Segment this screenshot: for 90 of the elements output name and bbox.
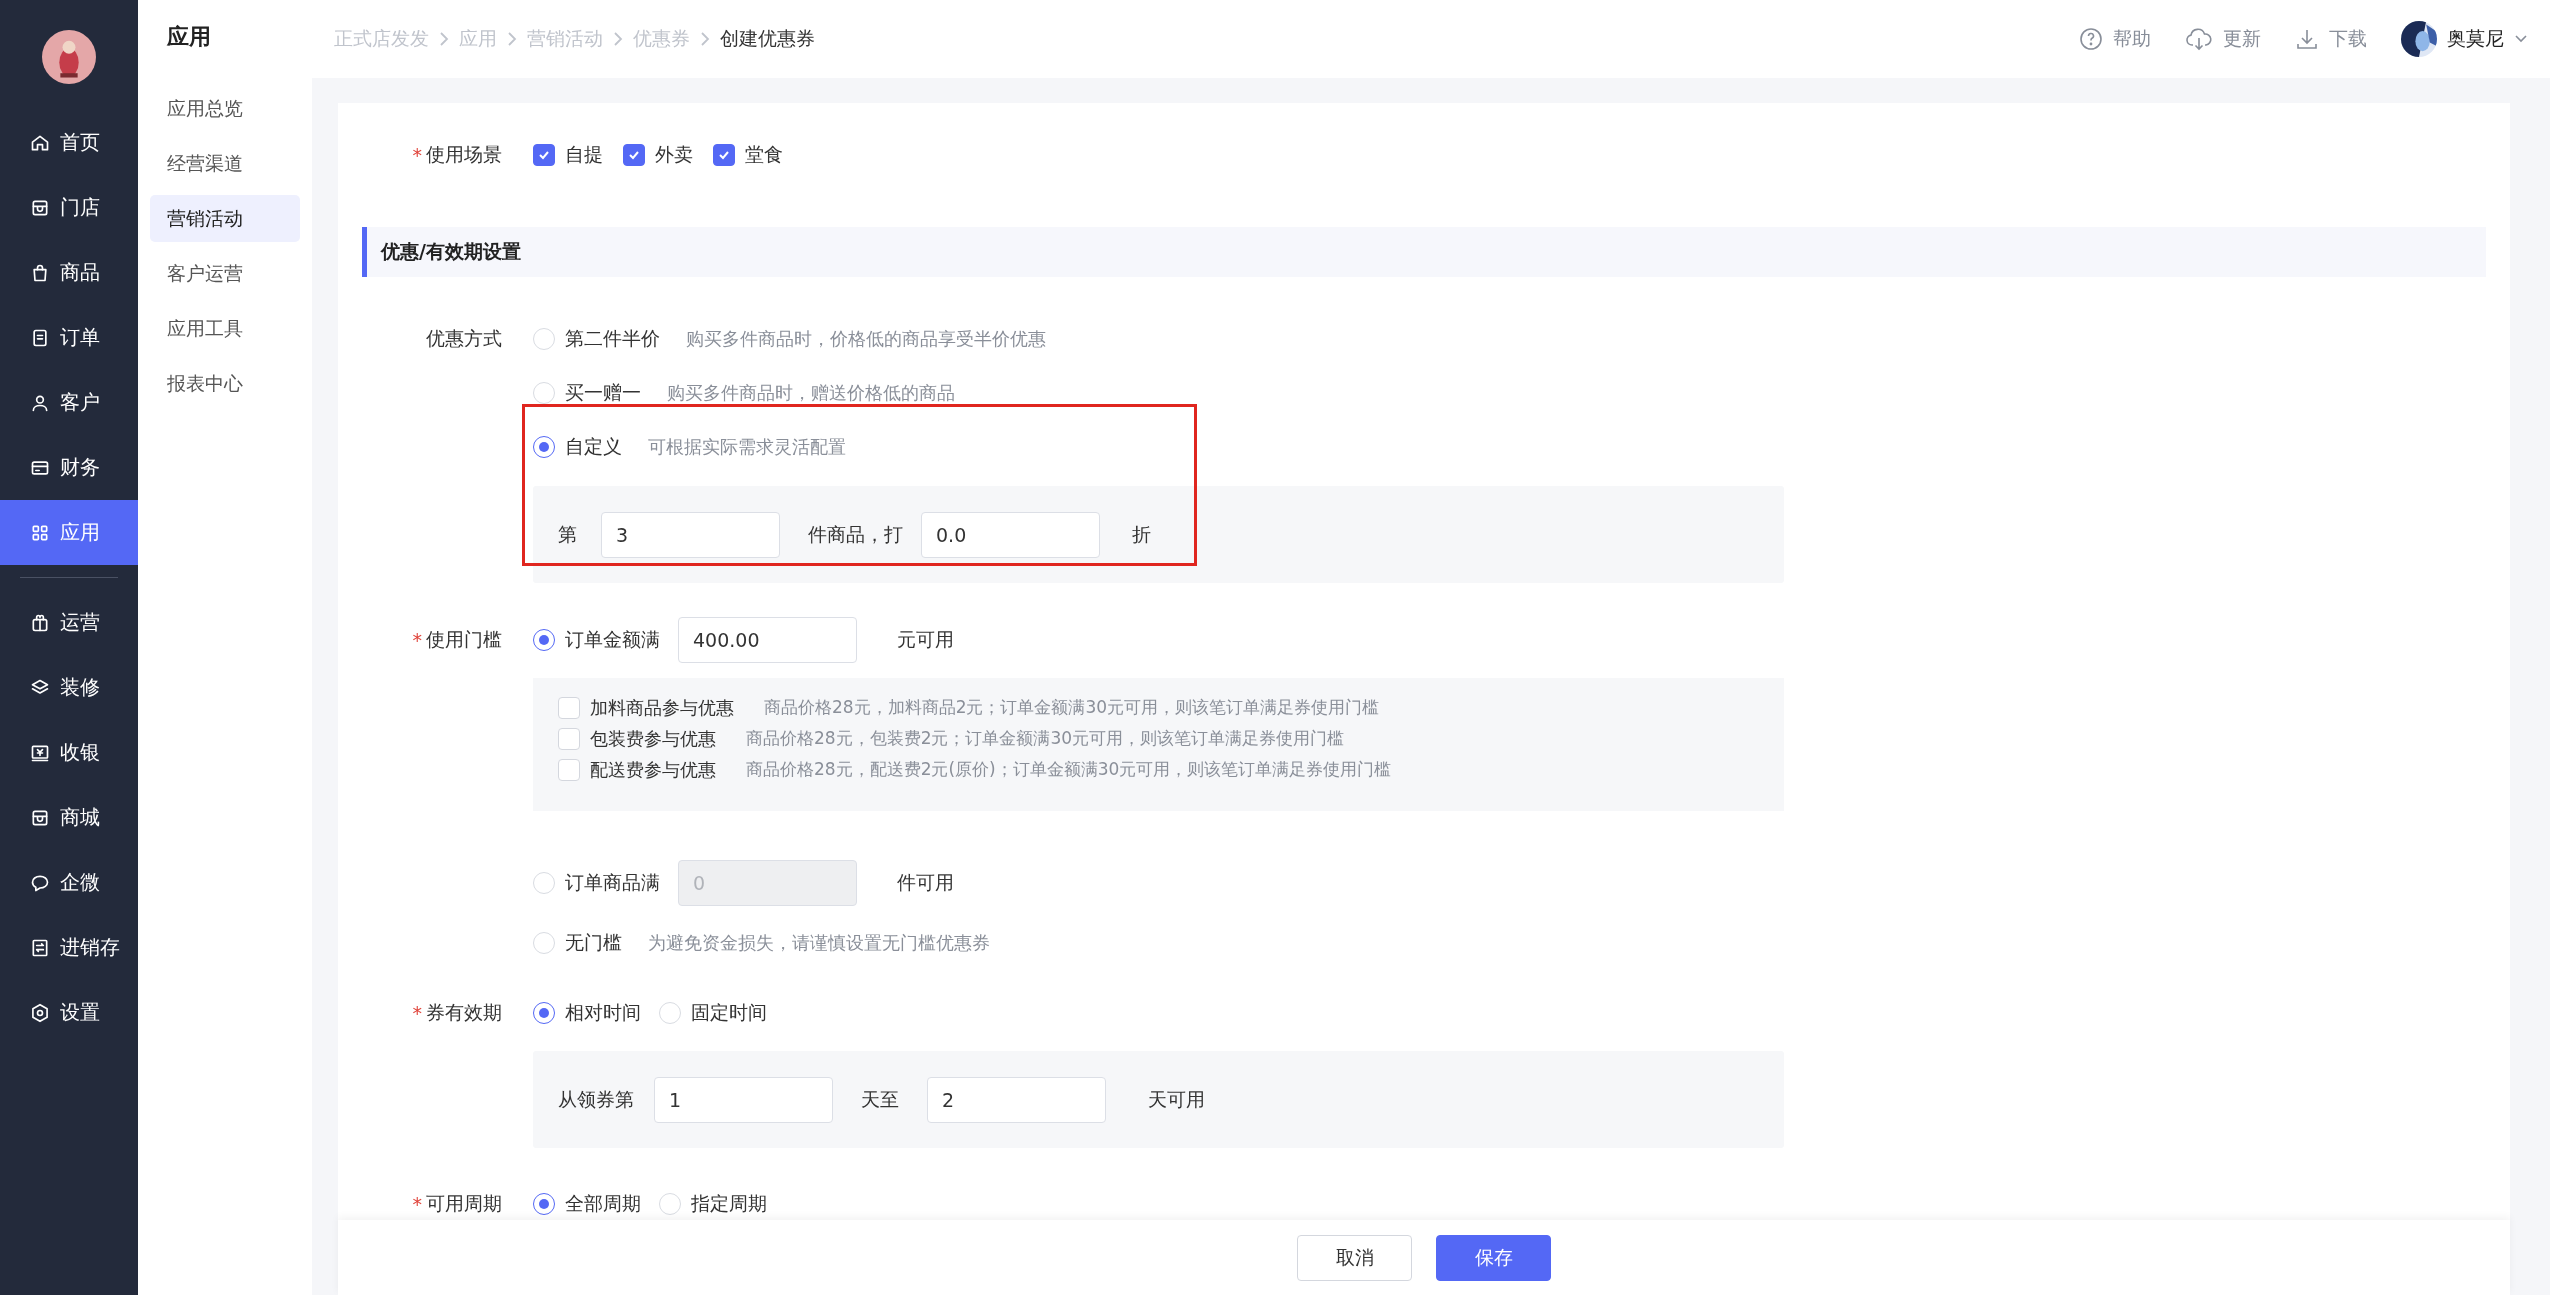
required-mark: *	[412, 1002, 422, 1024]
rule-text: 第	[558, 521, 577, 547]
submenu-item[interactable]: 应用总览	[150, 85, 300, 132]
save-button[interactable]: 保存	[1436, 1234, 1551, 1281]
option-hint: 商品价格28元，包装费2元；订单金额满30元可用，则该笔订单满足券使用门槛	[746, 727, 1345, 750]
user-name[interactable]: 奥莫尼	[2447, 26, 2504, 52]
required-mark: *	[412, 1193, 422, 1215]
required-mark: *	[412, 629, 422, 651]
input-field[interactable]: 1	[654, 1076, 833, 1123]
gift-icon	[30, 612, 50, 633]
input-field[interactable]: 400.00	[678, 617, 857, 663]
option-hint: 为避免资金损失，请谨慎设置无门槛优惠券	[648, 931, 990, 955]
chevron-right-icon	[700, 32, 710, 46]
field-label: 使用门槛	[426, 627, 502, 652]
chevron-right-icon	[439, 32, 449, 46]
download-icon	[2295, 27, 2319, 51]
settings-icon	[30, 1002, 50, 1023]
chevron-right-icon	[613, 32, 623, 46]
inventory-icon	[30, 937, 50, 958]
nav-item[interactable]: 应用	[0, 500, 138, 565]
nav-item[interactable]: 企微	[0, 850, 138, 915]
rule-text: 件商品，打	[808, 521, 903, 547]
cloud-download-icon	[2185, 27, 2213, 51]
nav-item[interactable]: 订单	[0, 305, 138, 370]
unit-text: 件可用	[897, 870, 954, 895]
checkbox[interactable]	[623, 144, 645, 166]
option-label: 无门槛	[565, 930, 622, 955]
radio-button[interactable]	[533, 629, 555, 651]
nav-item[interactable]: 客户	[0, 370, 138, 435]
submenu-item[interactable]: 报表中心	[150, 360, 300, 407]
option-label: 固定时间	[691, 1000, 767, 1025]
section-title: 优惠/有效期设置	[381, 239, 521, 264]
option-label: 买一赠一	[565, 380, 641, 405]
unit-text: 元可用	[897, 627, 954, 652]
range-text: 从领券第	[558, 1086, 634, 1112]
option-label: 第二件半价	[565, 326, 660, 351]
bag-icon	[30, 262, 50, 283]
range-text: 天至	[861, 1086, 899, 1112]
checkbox[interactable]	[713, 144, 735, 166]
option-label: 指定周期	[691, 1191, 767, 1216]
checkbox[interactable]	[533, 144, 555, 166]
input-field[interactable]: 0.0	[921, 511, 1100, 558]
option-label: 包装费参与优惠	[590, 726, 716, 751]
option-label: 外卖	[655, 142, 693, 167]
required-mark: *	[412, 144, 422, 166]
option-hint: 商品价格28元，加料商品2元；订单金额满30元可用，则该笔订单满足券使用门槛	[764, 696, 1380, 719]
nav-item[interactable]: 进销存	[0, 915, 138, 980]
cancel-button[interactable]: 取消	[1297, 1234, 1412, 1281]
nav-item[interactable]: 装修	[0, 655, 138, 720]
range-text: 天可用	[1148, 1086, 1205, 1112]
nav-item[interactable]: 收银	[0, 720, 138, 785]
field-label: 可用周期	[426, 1191, 502, 1216]
submenu-item[interactable]: 经营渠道	[150, 140, 300, 187]
submenu-item[interactable]: 营销活动	[150, 195, 300, 242]
option-label: 订单商品满	[565, 870, 660, 895]
radio-button[interactable]	[533, 436, 555, 458]
nav-item[interactable]: 商城	[0, 785, 138, 850]
option-label: 自定义	[565, 434, 622, 459]
chevron-down-icon[interactable]	[2514, 34, 2528, 44]
option-label: 加料商品参与优惠	[590, 695, 734, 720]
option-label: 堂食	[745, 142, 783, 167]
nav-item[interactable]: 运营	[0, 590, 138, 655]
help-icon	[2079, 27, 2103, 51]
option-label: 配送费参与优惠	[590, 757, 716, 782]
nav-item[interactable]: 设置	[0, 980, 138, 1045]
option-hint: 可根据实际需求灵活配置	[648, 435, 846, 459]
nav-item[interactable]: 首页	[0, 110, 138, 175]
option-label: 自提	[565, 142, 603, 167]
option-label: 订单金额满	[565, 627, 660, 652]
input-field[interactable]: 3	[601, 511, 780, 558]
option-hint: 购买多件商品时，价格低的商品享受半价优惠	[686, 327, 1046, 351]
rule-text: 折	[1132, 521, 1151, 547]
document-icon	[30, 327, 50, 348]
option-hint: 商品价格28元，配送费2元(原价)；订单金额满30元可用，则该笔订单满足券使用门槛	[746, 758, 1392, 781]
field-label: 优惠方式	[426, 326, 502, 351]
input-field[interactable]: 2	[927, 1076, 1106, 1123]
submenu-item[interactable]: 应用工具	[150, 305, 300, 352]
radio-button[interactable]	[533, 1193, 555, 1215]
option-label: 全部周期	[565, 1191, 641, 1216]
submenu-title: 应用	[166, 23, 212, 51]
nav-item[interactable]: 门店	[0, 175, 138, 240]
field-label: 券有效期	[426, 1000, 502, 1025]
submenu-item[interactable]: 客户运营	[150, 250, 300, 297]
nav-item[interactable]: 商品	[0, 240, 138, 305]
nav-item[interactable]: 财务	[0, 435, 138, 500]
option-hint: 购买多件商品时，赠送价格低的商品	[667, 381, 955, 405]
radio-button[interactable]	[533, 1002, 555, 1024]
field-label: 使用场景	[426, 142, 502, 167]
chevron-right-icon	[507, 32, 517, 46]
option-label: 相对时间	[565, 1000, 641, 1025]
